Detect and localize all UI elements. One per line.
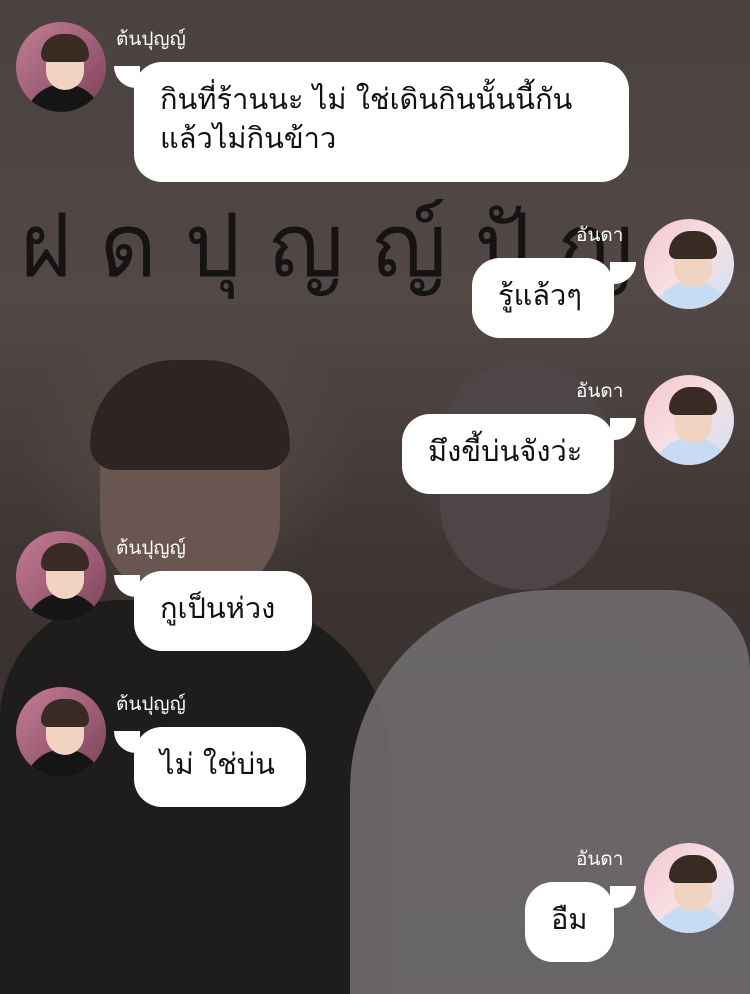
sender-name: อันดา <box>576 224 624 246</box>
sender-name: ต้นปุญญ์ <box>116 28 186 50</box>
message-text-line: รู้แล้วๆ <box>498 278 582 312</box>
message-bubble[interactable]: มึงขี้บ่นจังว่ะ <box>402 414 614 494</box>
avatar-left[interactable] <box>16 531 106 621</box>
sender-name: อันดา <box>576 380 624 402</box>
avatar-right[interactable] <box>644 843 734 933</box>
sender-name: ต้นปุญญ์ <box>116 537 186 559</box>
message-text-line: กินที่ร้านนะ ไม่ ใช่เดินกินนั้นนี้กัน <box>160 82 573 116</box>
message-bubble[interactable]: รู้แล้วๆ <box>472 258 614 338</box>
message-text-line: กูเป็นห่วง <box>160 591 276 625</box>
avatar-right[interactable] <box>644 375 734 465</box>
avatar-left[interactable] <box>16 687 106 777</box>
message-text-line: อืม <box>551 902 588 936</box>
message-bubble[interactable]: กูเป็นห่วง <box>134 571 312 651</box>
message-bubble[interactable]: อืม <box>525 882 614 962</box>
avatar-right[interactable] <box>644 219 734 309</box>
avatar-left[interactable] <box>16 22 106 112</box>
background-banner-text: ฝดปุญญ์ปัญ <box>20 194 662 297</box>
sender-name: ต้นปุญญ์ <box>116 693 186 715</box>
message-text-line: มึงขี้บ่นจังว่ะ <box>428 434 583 468</box>
sender-name: อันดา <box>576 848 624 870</box>
message-bubble[interactable]: ไม่ ใช่บ่น <box>134 727 306 807</box>
message-bubble[interactable]: กินที่ร้านนะ ไม่ ใช่เดินกินนั้นนี้กัน แล… <box>134 62 629 182</box>
message-text-line: แล้วไม่กินข้าว <box>160 121 337 155</box>
message-text-line: ไม่ ใช่บ่น <box>160 747 275 781</box>
